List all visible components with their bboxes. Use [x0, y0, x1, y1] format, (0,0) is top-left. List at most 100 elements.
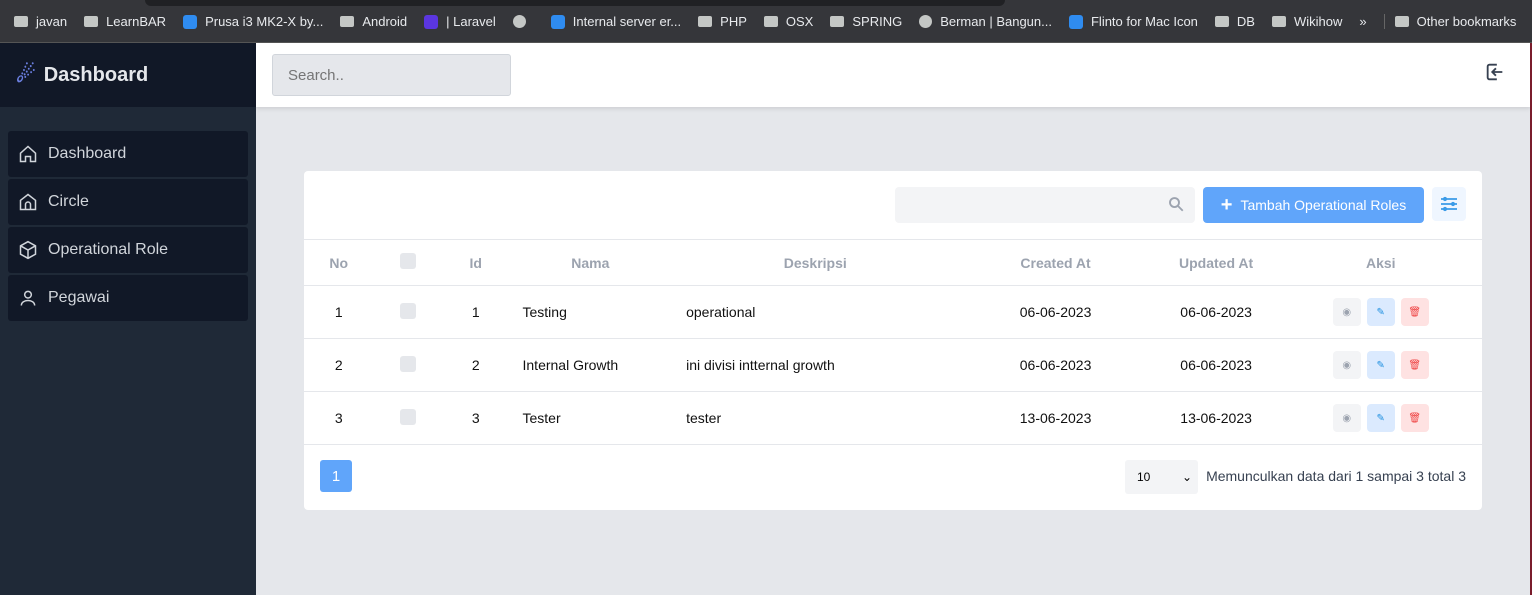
select-all-checkbox[interactable]: [400, 253, 417, 269]
bookmark-item[interactable]: Berman | Bangun...: [919, 14, 1052, 29]
folder-icon: [84, 16, 99, 27]
row-checkbox[interactable]: [400, 355, 417, 372]
bookmark-item[interactable]: Flinto for Mac Icon: [1068, 14, 1198, 29]
table-cell: 06-06-2023: [958, 285, 1153, 339]
table-cell: Testing: [508, 285, 673, 339]
add-operational-role-button[interactable]: + Tambah Operational Roles: [1203, 187, 1424, 223]
edit-button[interactable]: ✎: [1366, 404, 1395, 432]
edit-button[interactable]: ✎: [1366, 298, 1395, 326]
bookmark-item[interactable]: LearnBAR: [84, 14, 166, 29]
eye-icon: ◉: [1342, 412, 1352, 424]
sidebar: ☄ Dashboard Dashboard Circle Operational …: [0, 43, 256, 595]
search-input[interactable]: [272, 54, 511, 96]
brand-title: Dashboard: [43, 63, 149, 86]
folder-icon: [1214, 16, 1229, 27]
plus-icon: +: [1220, 193, 1233, 216]
table-row: 2 2 Internal Growth ini divisi intternal gr…: [304, 338, 1482, 392]
row-checkbox[interactable]: [400, 302, 417, 319]
sidebar-item-label: Circle: [48, 193, 89, 210]
logout-icon[interactable]: [1484, 61, 1506, 83]
sidebar-item-pegawai[interactable]: Pegawai: [8, 275, 248, 321]
bookmarks-bar: javan LearnBAR Prusa i3 MK2-X by... Android…: [0, 0, 1532, 43]
row-actions: ◉ ✎ 🗑: [1279, 285, 1482, 339]
per-page-select[interactable]: 10 ⌄: [1125, 460, 1198, 494]
bookmark-label: OSX: [785, 14, 814, 29]
bookmark-label: Other bookmarks: [1416, 14, 1517, 29]
brand[interactable]: ☄ Dashboard: [0, 43, 256, 107]
row-actions: ◉ ✎ 🗑: [1279, 391, 1482, 445]
column-header: Id: [443, 239, 509, 286]
per-page-value: 10: [1137, 470, 1151, 484]
edit-button[interactable]: ✎: [1366, 351, 1395, 379]
column-header: Updated At: [1152, 239, 1280, 286]
trash-icon: 🗑: [1408, 306, 1422, 318]
bookmark-item[interactable]: [512, 14, 534, 29]
trash-icon: 🗑: [1408, 412, 1422, 424]
sidebar-item-operational-role[interactable]: Operational Role: [8, 227, 248, 273]
bookmark-item[interactable]: Other bookmarks: [1383, 14, 1517, 29]
sidebar-item-label: Pegawai: [48, 289, 110, 306]
sidebar-item-dashboard[interactable]: Dashboard: [8, 131, 248, 177]
folder-icon: [340, 16, 355, 27]
top-header: [256, 43, 1530, 107]
sliders-icon: [1441, 196, 1457, 212]
table-row: 1 1 Testing operational 06-06-2023 06-06-2023…: [304, 285, 1482, 339]
eye-icon: ◉: [1342, 306, 1352, 318]
view-button[interactable]: ◉: [1332, 404, 1361, 432]
bookmark-item[interactable]: PHP: [698, 14, 747, 29]
bookmark-item[interactable]: | Laravel: [424, 14, 496, 29]
bookmark-item[interactable]: Prusa i3 MK2-X by...: [183, 14, 323, 29]
folder-icon: [830, 16, 845, 27]
bookmark-item[interactable]: javan: [14, 14, 67, 29]
roles-table: No Id Nama Deskripsi Created At Updated At Aks…: [304, 239, 1482, 445]
add-button-label: Tambah Operational Roles: [1240, 197, 1407, 213]
table-cell: ini divisi intternal growth: [672, 338, 959, 392]
table-cell: 3: [304, 391, 374, 445]
bookmark-item[interactable]: DB: [1214, 14, 1255, 29]
chevron-down-icon: ⌄: [1181, 470, 1192, 484]
bookmark-label: Wikihow: [1293, 14, 1343, 29]
table-cell: 2: [304, 338, 374, 392]
view-button[interactable]: ◉: [1332, 298, 1361, 326]
view-button[interactable]: ◉: [1332, 351, 1361, 379]
bookmark-item[interactable]: Wikihow: [1271, 14, 1343, 29]
sidebar-item-circle[interactable]: Circle: [8, 179, 248, 225]
bookmark-label: PHP: [720, 14, 747, 29]
trash-icon: 🗑: [1408, 359, 1422, 371]
bookmark-item[interactable]: Internal server er...: [550, 14, 681, 29]
bookmark-label: SPRING: [852, 14, 903, 29]
page-1-button[interactable]: 1: [320, 460, 352, 492]
table-search-input[interactable]: [895, 187, 1195, 223]
table-cell: 13-06-2023: [958, 391, 1153, 445]
delete-button[interactable]: 🗑: [1400, 298, 1429, 326]
bookmark-item[interactable]: OSX: [763, 14, 814, 29]
table-cell: 13-06-2023: [1152, 391, 1280, 445]
bookmark-item[interactable]: SPRING: [830, 14, 902, 29]
table-cell: [373, 285, 444, 339]
table-cell: [373, 391, 444, 445]
site-icon: [424, 14, 439, 29]
sidebar-item-label: Operational Role: [48, 241, 169, 258]
row-checkbox[interactable]: [400, 408, 417, 425]
edit-icon: ✎: [1376, 359, 1385, 371]
table-row: 3 3 Tester tester 13-06-2023 13-06-2023 ◉ ✎ 🗑: [304, 391, 1482, 445]
table-cell: tester: [672, 391, 959, 445]
folder-icon: [1271, 16, 1286, 27]
folder-icon: [763, 16, 778, 27]
delete-button[interactable]: 🗑: [1400, 351, 1429, 379]
bookmark-label: | Laravel: [446, 14, 496, 29]
bookmark-item[interactable]: »: [1359, 14, 1366, 29]
column-header: Aksi: [1279, 239, 1482, 286]
edit-icon: ✎: [1376, 306, 1385, 318]
bookmark-item[interactable]: Android: [340, 14, 407, 29]
bookmark-label: »: [1359, 14, 1367, 29]
comet-logo-icon: ☄: [16, 62, 36, 87]
filter-button[interactable]: [1432, 187, 1466, 221]
bookmark-label: Berman | Bangun...: [940, 14, 1052, 29]
table-cell: 2: [443, 338, 509, 392]
edit-icon: ✎: [1376, 412, 1385, 424]
table-cell: 3: [443, 391, 509, 445]
delete-button[interactable]: 🗑: [1400, 404, 1429, 432]
table-cell: 06-06-2023: [958, 338, 1153, 392]
column-header: No: [304, 239, 374, 286]
